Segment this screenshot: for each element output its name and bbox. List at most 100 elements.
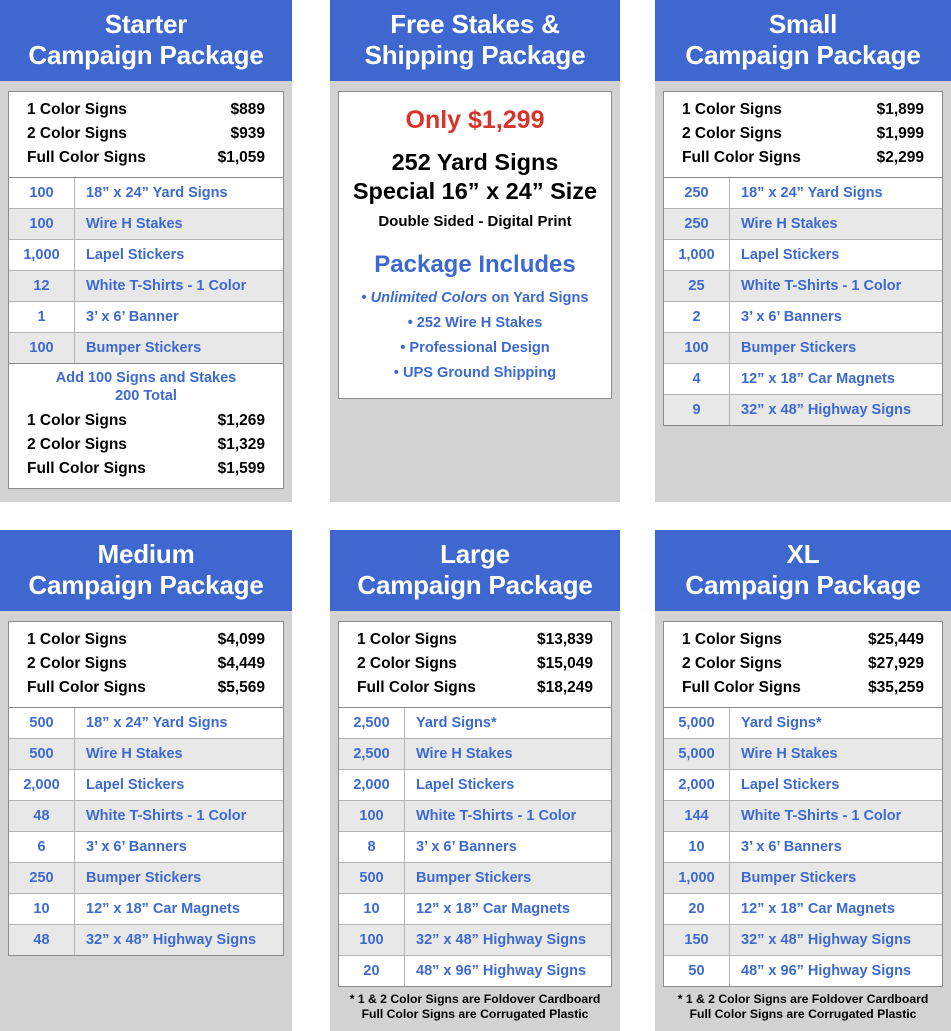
footnote-line2: Full Color Signs are Corrugated Plastic (689, 1007, 917, 1021)
package-card-small[interactable]: Small Campaign Package 1 Color Signs $1,… (655, 0, 951, 502)
package-card-free-stakes-shipping[interactable]: Free Stakes & Shipping Package Only $1,2… (330, 0, 620, 502)
package-card-starter[interactable]: Starter Campaign Package 1 Color Signs $… (0, 0, 292, 502)
item-label: 32” x 48” Highway Signs (86, 932, 257, 948)
bullet-rest: UPS Ground Shipping (402, 365, 557, 381)
price-value: $4,099 (217, 631, 265, 648)
item-qty: 20 (664, 894, 730, 924)
table-row: 10 12” x 18” Car Magnets (9, 894, 283, 925)
addon-title-line1: Add 100 Signs and Stakes (55, 370, 237, 386)
price-label: 1 Color Signs (357, 631, 457, 648)
package-card-xl[interactable]: XL Campaign Package 1 Color Signs $25,44… (655, 530, 951, 1031)
feature-bullet-item: • 252 Wire H Stakes (347, 311, 603, 336)
item-qty: 250 (9, 863, 75, 893)
item-list: 2,500 Yard Signs* 2,500 Wire H Stakes 2,… (339, 708, 611, 986)
price-row: 2 Color Signs $4,449 (21, 652, 271, 676)
item-label: White T-Shirts - 1 Color (741, 808, 902, 824)
item-qty: 1,000 (664, 240, 730, 270)
card-body-medium: 1 Color Signs $4,099 2 Color Signs $4,44… (0, 611, 292, 1031)
table-row: 250 18” x 24” Yard Signs (664, 178, 942, 209)
addon-price-row: 2 Color Signs $1,329 (21, 433, 271, 457)
item-qty: 2 (664, 302, 730, 332)
item-label: 18” x 24” Yard Signs (86, 185, 228, 201)
table-row: 10 12” x 18” Car Magnets (339, 894, 611, 925)
gutter (292, 530, 330, 1031)
price-value: $5,569 (217, 679, 265, 696)
price-row: Full Color Signs $2,299 (676, 146, 930, 170)
item-label: 3’ x 6’ Banners (86, 839, 187, 855)
package-card-large[interactable]: Large Campaign Package 1 Color Signs $13… (330, 530, 620, 1031)
item-label: 3’ x 6’ Banners (741, 839, 842, 855)
price-value: $4,449 (217, 655, 265, 672)
table-row: 5,000 Yard Signs* (664, 708, 942, 739)
price-row: 1 Color Signs $889 (21, 98, 271, 122)
price-label: 1 Color Signs (682, 101, 782, 118)
card-title-line1: XL (786, 539, 820, 569)
price-label: 1 Color Signs (27, 101, 127, 118)
package-panel-starter: 1 Color Signs $889 2 Color Signs $939 Fu… (8, 91, 284, 489)
item-label: 32” x 48” Highway Signs (741, 932, 912, 948)
card-header-starter: Starter Campaign Package (0, 0, 292, 81)
addon-block: Add 100 Signs and Stakes 200 Total 1 Col… (9, 363, 283, 488)
price-summary: 1 Color Signs $1,899 2 Color Signs $1,99… (664, 92, 942, 178)
item-qty: 10 (339, 894, 405, 924)
table-row: 100 White T-Shirts - 1 Color (339, 801, 611, 832)
price-value: $1,999 (876, 125, 924, 142)
price-row: Full Color Signs $5,569 (21, 676, 271, 700)
package-card-medium[interactable]: Medium Campaign Package 1 Color Signs $4… (0, 530, 292, 1031)
item-label: Wire H Stakes (86, 216, 183, 232)
price-label: 2 Color Signs (682, 125, 782, 142)
price-value: $27,929 (867, 655, 924, 672)
item-label: Bumper Stickers (741, 340, 857, 356)
card-title-line2: Shipping Package (364, 40, 586, 70)
table-row: 250 Wire H Stakes (664, 209, 942, 240)
card-title-line1: Free Stakes & (390, 9, 560, 39)
item-label: Lapel Stickers (416, 777, 515, 793)
card-header-large: Large Campaign Package (330, 530, 620, 611)
addon-title: Add 100 Signs and Stakes 200 Total (21, 369, 271, 405)
item-qty: 5,000 (664, 708, 730, 738)
item-qty: 250 (664, 209, 730, 239)
table-row: 100 32” x 48” Highway Signs (339, 925, 611, 956)
feature-bullet-item: • UPS Ground Shipping (347, 361, 603, 386)
table-row: 2,000 Lapel Stickers (339, 770, 611, 801)
table-row: 8 3’ x 6’ Banners (339, 832, 611, 863)
addon-title-line2: 200 Total (115, 388, 177, 404)
gutter (620, 0, 655, 502)
table-row: 48 32” x 48” Highway Signs (9, 925, 283, 955)
item-label: 12” x 18” Car Magnets (741, 371, 895, 387)
table-row: 10 3’ x 6’ Banners (664, 832, 942, 863)
item-qty: 4 (664, 364, 730, 394)
price-row: Full Color Signs $35,259 (676, 676, 930, 700)
item-label: Wire H Stakes (741, 216, 838, 232)
item-qty: 2,000 (339, 770, 405, 800)
price-summary: 1 Color Signs $13,839 2 Color Signs $15,… (339, 622, 611, 708)
item-qty: 150 (664, 925, 730, 955)
price-row: 2 Color Signs $939 (21, 122, 271, 146)
price-label: 1 Color Signs (682, 631, 782, 648)
item-qty: 250 (664, 178, 730, 208)
item-label: Wire H Stakes (416, 746, 513, 762)
item-qty: 10 (664, 832, 730, 862)
item-list: 250 18” x 24” Yard Signs 250 Wire H Stak… (664, 178, 942, 425)
card-title-line2: Campaign Package (685, 570, 921, 600)
table-row: 1,000 Lapel Stickers (9, 240, 283, 271)
price-value: $1,269 (217, 412, 265, 429)
item-label: 12” x 18” Car Magnets (416, 901, 570, 917)
price-label: 2 Color Signs (27, 436, 127, 453)
item-qty: 2,000 (9, 770, 75, 800)
price-label: 2 Color Signs (27, 125, 127, 142)
package-panel-large: 1 Color Signs $13,839 2 Color Signs $15,… (338, 621, 612, 987)
table-row: 100 Bumper Stickers (664, 333, 942, 364)
card-title-line1: Starter (104, 9, 188, 39)
price-label: Full Color Signs (682, 149, 801, 166)
card-body-large: 1 Color Signs $13,839 2 Color Signs $15,… (330, 611, 620, 1031)
bullet-emphasis: Unlimited Colors (370, 290, 488, 306)
item-label: 3’ x 6’ Banners (416, 839, 517, 855)
item-qty: 1,000 (9, 240, 75, 270)
price-row: 1 Color Signs $13,839 (351, 628, 599, 652)
footnote-line1: * 1 & 2 Color Signs are Foldover Cardboa… (677, 992, 929, 1006)
price-label: 2 Color Signs (682, 655, 782, 672)
item-qty: 100 (9, 209, 75, 239)
item-label: Lapel Stickers (741, 777, 840, 793)
